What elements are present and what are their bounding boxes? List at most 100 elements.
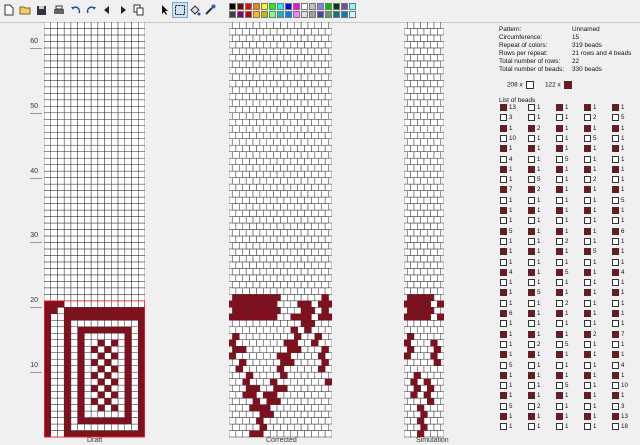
bead-cell <box>117 268 126 276</box>
palette-swatch[interactable] <box>317 11 324 18</box>
palette-swatch[interactable] <box>285 11 292 18</box>
palette-swatch[interactable] <box>237 3 244 10</box>
new-file-button[interactable] <box>2 3 16 17</box>
palette-swatch[interactable] <box>317 3 324 10</box>
bead-cell <box>232 333 240 340</box>
corrected-label: Corrected <box>266 437 297 444</box>
bead-cell <box>77 417 85 425</box>
bead-entry: 1 <box>556 413 568 422</box>
bead-cell <box>307 138 316 146</box>
palette-swatch[interactable] <box>269 11 276 18</box>
arrow-left-button[interactable] <box>100 3 114 17</box>
bead-cell <box>269 67 278 75</box>
bead-cell <box>90 391 99 399</box>
palette-swatch[interactable] <box>277 3 284 10</box>
bead-cell <box>297 119 305 126</box>
bead-color-swatch <box>528 402 535 410</box>
palette-swatch[interactable] <box>309 3 316 10</box>
bead-cell <box>97 170 105 178</box>
draft-grid[interactable] <box>44 22 145 438</box>
bead-cell <box>290 93 298 101</box>
bead-cell <box>437 28 444 36</box>
palette-swatch[interactable] <box>309 11 316 18</box>
palette-swatch[interactable] <box>269 3 276 10</box>
palette-swatch[interactable] <box>301 3 308 10</box>
bead-cell <box>297 80 305 88</box>
bead-cell <box>410 274 418 282</box>
bead-cell <box>84 216 92 224</box>
bead-cell <box>300 190 309 198</box>
bead-cell <box>287 216 295 224</box>
bead-cell <box>111 93 119 101</box>
bead-cell <box>124 144 132 152</box>
pointer-button[interactable] <box>158 3 172 17</box>
bead-cell <box>104 352 112 360</box>
palette-swatch[interactable] <box>245 11 252 18</box>
bead-cell <box>423 287 431 295</box>
bead-cell <box>77 125 85 133</box>
open-folder-button[interactable] <box>18 3 32 17</box>
bead-color-swatch <box>556 330 563 338</box>
pipette-button[interactable] <box>203 3 217 17</box>
bead-cell <box>104 112 112 120</box>
palette-swatch[interactable] <box>341 3 348 10</box>
arrow-right-button[interactable] <box>116 3 130 17</box>
fill-button[interactable] <box>188 3 202 17</box>
palette-swatch[interactable] <box>325 11 332 18</box>
bead-cell <box>304 196 312 204</box>
palette-swatch[interactable] <box>253 3 260 10</box>
bead-cell <box>410 157 418 165</box>
bead-entry: 3 <box>500 114 512 123</box>
palette-swatch[interactable] <box>349 3 356 10</box>
bead-cell <box>44 164 51 172</box>
palette-swatch[interactable] <box>333 11 340 18</box>
bead-cell <box>266 203 274 211</box>
bead-count: 1 <box>509 248 513 256</box>
palette-swatch[interactable] <box>333 3 340 10</box>
palette-swatch[interactable] <box>261 3 268 10</box>
bead-color-swatch <box>556 371 563 379</box>
palette-swatch[interactable] <box>253 11 260 18</box>
palette-swatch[interactable] <box>261 11 268 18</box>
bead-cell <box>70 190 78 198</box>
palette-swatch[interactable] <box>229 11 236 18</box>
palette-swatch[interactable] <box>237 11 244 18</box>
bead-cell <box>290 313 298 321</box>
palette-swatch[interactable] <box>325 3 332 10</box>
redo-button[interactable] <box>84 3 98 17</box>
bead-cell <box>324 67 332 75</box>
palette-swatch[interactable] <box>277 11 284 18</box>
bead-cell <box>280 177 288 185</box>
bead-cell <box>50 177 58 185</box>
bead-cell <box>90 164 99 172</box>
simulation-grid[interactable] <box>404 22 444 438</box>
bead-color-swatch <box>612 134 619 142</box>
rectangle-select-button[interactable] <box>172 2 188 18</box>
bead-cell <box>104 157 112 165</box>
bead-count: 1 <box>509 289 513 297</box>
bead-cell <box>249 417 257 425</box>
undo-button[interactable] <box>68 3 82 17</box>
palette-swatch[interactable] <box>293 11 300 18</box>
bead-cell <box>84 112 92 120</box>
bead-cell <box>97 196 105 204</box>
palette-swatch[interactable] <box>293 3 300 10</box>
palette-swatch[interactable] <box>301 11 308 18</box>
palette-swatch[interactable] <box>285 3 292 10</box>
bead-cell <box>430 157 438 165</box>
palette-swatch[interactable] <box>245 3 252 10</box>
copy-button[interactable] <box>132 3 146 17</box>
palette-swatch[interactable] <box>341 11 348 18</box>
palette-swatch[interactable] <box>229 3 236 10</box>
bead-count: 1 <box>537 392 541 400</box>
print-button[interactable] <box>52 3 66 17</box>
corrected-grid[interactable] <box>229 22 332 438</box>
bead-cell <box>84 313 92 321</box>
bead-cell <box>324 28 332 36</box>
bead-cell <box>50 93 58 101</box>
bead-cell <box>304 300 312 308</box>
save-button[interactable] <box>34 3 48 17</box>
bead-cell <box>131 67 139 75</box>
palette-swatch[interactable] <box>349 11 356 18</box>
bead-cell <box>63 333 72 340</box>
